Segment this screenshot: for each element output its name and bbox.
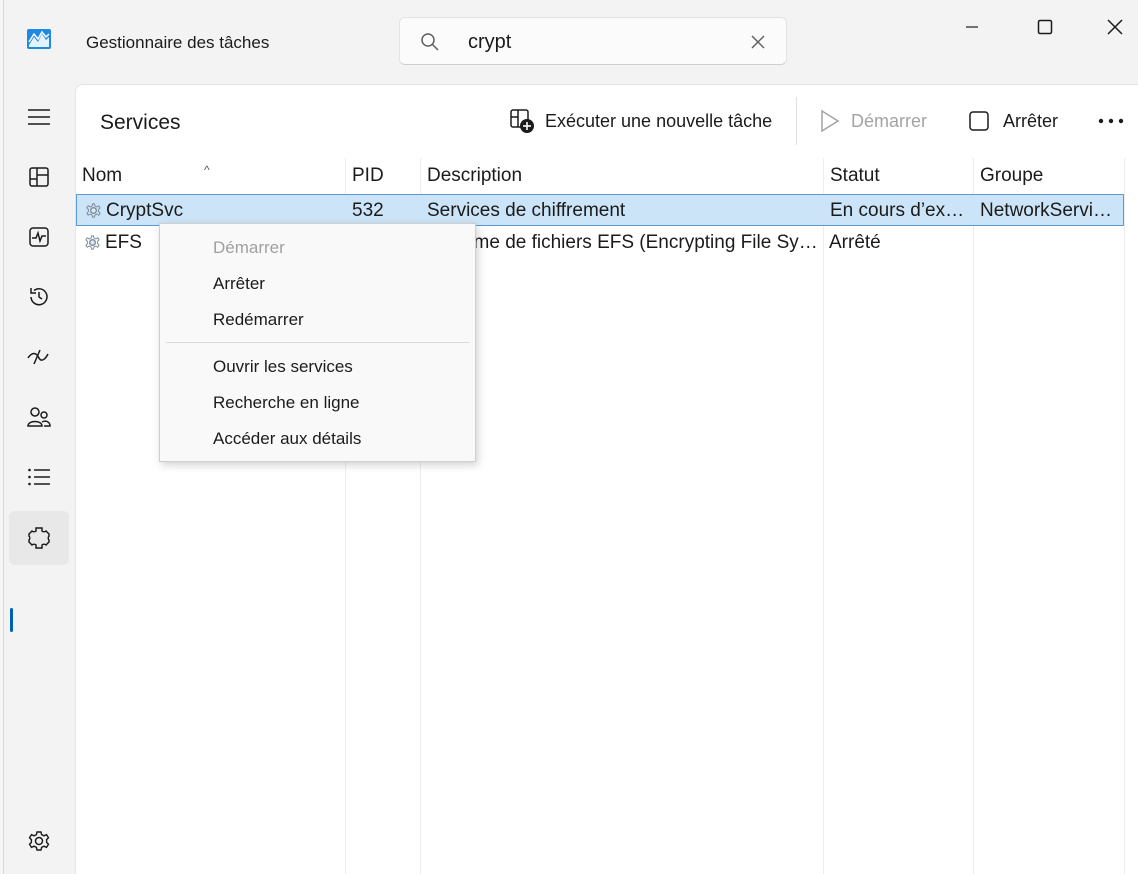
more-options-button[interactable]: [1098, 103, 1124, 139]
context-menu-separator: [166, 342, 470, 343]
start-service-button[interactable]: Démarrer: [819, 103, 927, 139]
minimize-button[interactable]: [952, 12, 992, 42]
nav-item-performance[interactable]: [9, 210, 69, 264]
close-icon: [1107, 19, 1123, 35]
context-menu-item-start[interactable]: Démarrer: [160, 230, 475, 266]
search-box[interactable]: [399, 17, 787, 65]
more-options-icon: [1098, 118, 1124, 124]
nav-item-users[interactable]: [9, 390, 69, 444]
column-header-name-label: Nom: [82, 165, 123, 186]
maximize-icon: [1037, 19, 1053, 35]
column-divider: [973, 158, 974, 874]
navigation-rail: [4, 84, 74, 874]
table-row[interactable]: CryptSvc 532 Services de chiffrement En …: [76, 194, 1124, 226]
nav-item-app-history[interactable]: [9, 270, 69, 324]
settings-icon: [28, 831, 50, 851]
task-manager-window: Gestionnaire des tâches crypt Services E…: [0, 0, 1138, 874]
run-new-task-button[interactable]: Exécuter une nouvelle tâche: [509, 103, 772, 139]
description-cell: Services de chiffrement: [427, 200, 626, 221]
app-history-icon: [30, 288, 48, 306]
sort-ascending-icon: ^: [204, 163, 210, 177]
column-header-pid[interactable]: PID: [346, 158, 420, 194]
search-icon: [421, 33, 439, 51]
performance-icon: [29, 227, 49, 247]
context-menu-item-search-online[interactable]: Recherche en ligne: [160, 385, 475, 421]
stop-service-label: Arrêter: [1003, 110, 1059, 131]
title-bar: Gestionnaire des tâches: [4, 0, 1138, 84]
users-icon: [27, 407, 51, 427]
column-header-status[interactable]: Statut: [824, 158, 973, 194]
details-icon: [28, 468, 50, 486]
app-title: Gestionnaire des tâches: [86, 33, 270, 52]
service-gear-icon: [86, 203, 101, 218]
group-cell: [979, 227, 1121, 259]
task-manager-app-icon: [27, 29, 51, 49]
description-cell: Système de fichiers EFS (Encrypting File…: [426, 232, 821, 253]
maximize-button[interactable]: [1025, 12, 1065, 42]
column-header-description[interactable]: Description: [421, 158, 823, 194]
startup-apps-icon: [27, 349, 49, 365]
page-title: Services: [100, 111, 181, 134]
active-nav-indicator: [10, 608, 13, 632]
start-service-label: Démarrer: [851, 110, 928, 131]
nav-item-startup-apps[interactable]: [9, 330, 69, 384]
run-new-task-label: Exécuter une nouvelle tâche: [545, 110, 773, 131]
context-menu-item-stop[interactable]: Arrêter: [160, 266, 475, 302]
clear-search-icon[interactable]: [748, 32, 768, 52]
processes-icon: [29, 167, 49, 187]
column-header-name[interactable]: Nom ^: [76, 158, 345, 194]
service-gear-icon: [85, 235, 100, 250]
stop-icon: [969, 111, 989, 131]
stop-service-button[interactable]: Arrêter: [968, 103, 1058, 139]
group-cell: NetworkServi…: [980, 200, 1112, 221]
close-window-button[interactable]: [1095, 12, 1135, 42]
nav-item-settings[interactable]: [9, 814, 69, 868]
minimize-icon: [966, 26, 978, 28]
hamburger-menu-button[interactable]: [9, 90, 69, 144]
service-context-menu: Démarrer Arrêter Redémarrer Ouvrir les s…: [159, 223, 476, 462]
hamburger-menu-icon: [28, 109, 50, 125]
run-new-task-icon: [510, 109, 534, 133]
nav-item-processes[interactable]: [9, 150, 69, 204]
toolbar-separator: [796, 97, 797, 145]
nav-item-services[interactable]: [9, 511, 69, 565]
column-divider: [823, 158, 824, 874]
services-icon: [28, 527, 50, 549]
status-cell: Arrêté: [829, 232, 881, 253]
column-header-group[interactable]: Groupe: [974, 158, 1124, 194]
context-menu-item-restart[interactable]: Redémarrer: [160, 302, 475, 338]
context-menu-item-open-services[interactable]: Ouvrir les services: [160, 349, 475, 385]
nav-item-details[interactable]: [9, 450, 69, 504]
context-menu-item-go-to-details[interactable]: Accéder aux détails: [160, 421, 475, 457]
status-cell: En cours d’exé…: [830, 200, 972, 221]
search-input[interactable]: [468, 28, 728, 56]
play-icon: [821, 109, 840, 133]
column-divider: [1124, 158, 1125, 874]
services-pane: Services Exécuter une nouvelle tâche Dém…: [75, 84, 1138, 874]
